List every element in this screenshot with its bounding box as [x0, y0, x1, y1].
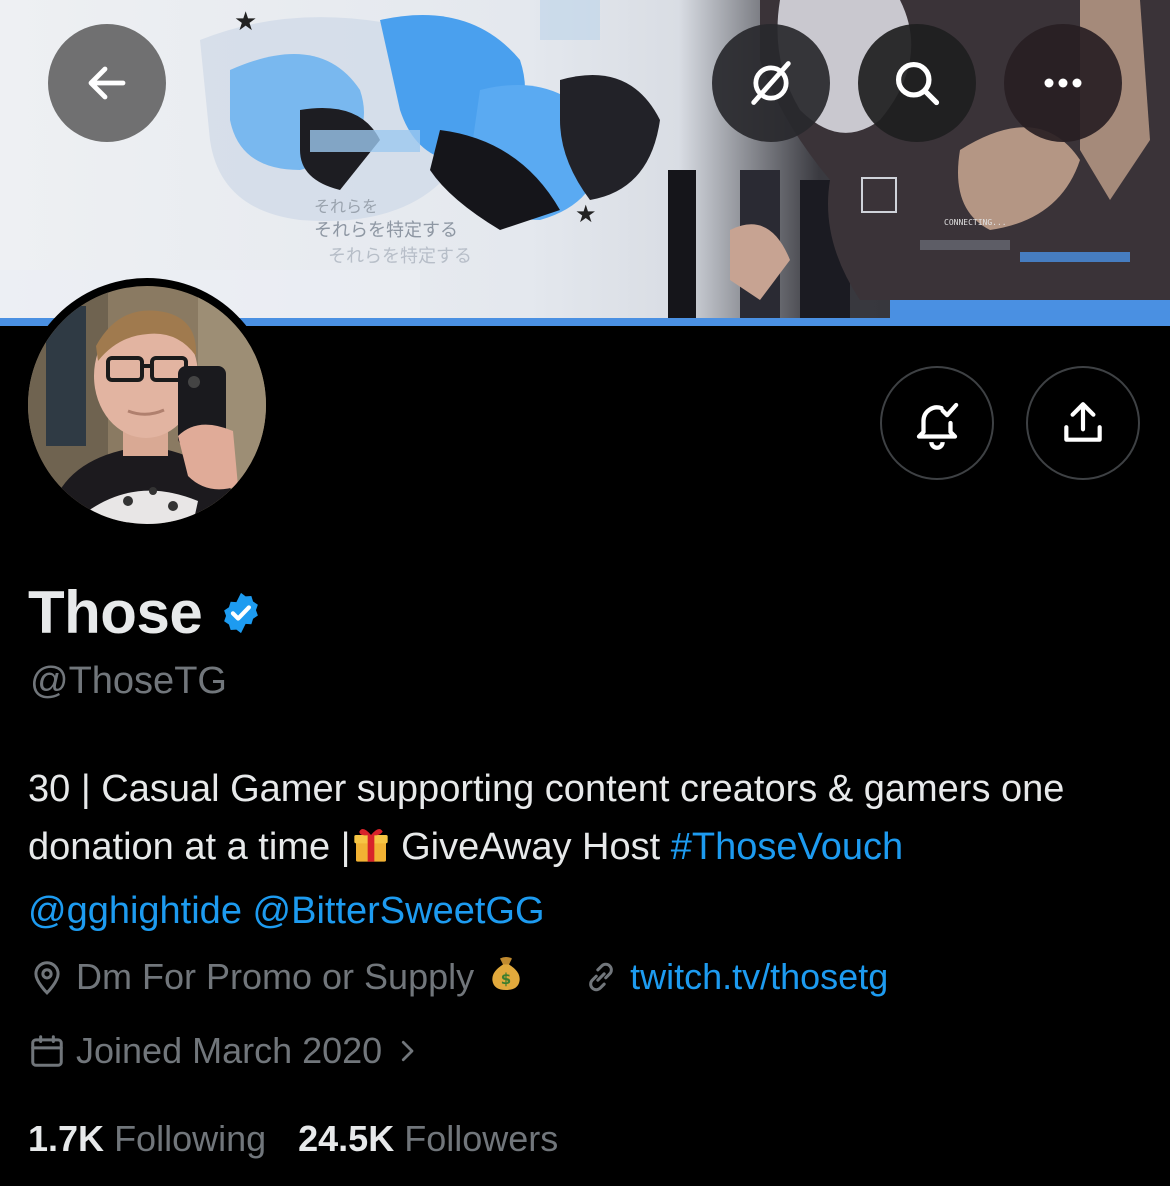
- chevron-right-icon: [402, 1040, 414, 1062]
- profile-meta-row: Dm For Promo or Supply $ twitch.tv/those…: [28, 952, 888, 1001]
- svg-text:★: ★: [575, 200, 597, 228]
- svg-text:それらを: それらを: [314, 197, 378, 216]
- website-link[interactable]: twitch.tv/thosetg: [630, 956, 888, 998]
- location-pin-icon: [34, 960, 60, 995]
- bio-hashtag-link[interactable]: #ThoseVouch: [671, 826, 903, 868]
- profile-avatar[interactable]: [20, 278, 274, 532]
- svg-text:CONNECTING...: CONNECTING...: [944, 218, 1007, 227]
- display-name: Those: [28, 579, 203, 646]
- share-upload-icon: [1064, 402, 1102, 442]
- joined-text: Joined March 2020: [76, 1030, 383, 1071]
- bio-mention-link[interactable]: @gghightide: [28, 890, 242, 932]
- bio-text-giveaway: GiveAway Host: [390, 826, 671, 868]
- svg-text:$: $: [501, 970, 511, 988]
- bell-check-icon: [916, 402, 959, 450]
- profile-name-row: Those: [28, 578, 264, 647]
- bio-mention-link[interactable]: @BitterSweetGG: [253, 890, 545, 932]
- profile-banner[interactable]: ★ ★ CONNECTING... それらを それらを特定する それらを特定する: [0, 0, 1170, 322]
- grok-icon: [751, 61, 791, 105]
- followers-count: 24.5K: [298, 1118, 395, 1159]
- followers-stat[interactable]: 24.5K Followers: [298, 1118, 558, 1160]
- svg-text:★: ★: [234, 7, 257, 37]
- money-bag-emoji-icon: $: [488, 952, 534, 1001]
- profile-stats: 1.7K Following 24.5K Followers: [28, 1118, 590, 1160]
- profile-location: Dm For Promo or Supply $: [28, 952, 534, 1001]
- verified-badge-icon[interactable]: [218, 590, 264, 636]
- profile-joined-row[interactable]: Joined March 2020: [28, 1030, 432, 1072]
- notifications-button[interactable]: [880, 366, 994, 480]
- share-button[interactable]: [1026, 366, 1140, 480]
- back-button[interactable]: [48, 24, 166, 142]
- calendar-icon: [31, 1035, 63, 1067]
- svg-text:それらを特定する: それらを特定する: [314, 220, 458, 241]
- profile-bio: 30 | Casual Gamer supporting content cre…: [28, 760, 1148, 940]
- profile-website[interactable]: twitch.tv/thosetg: [582, 956, 888, 998]
- location-text: Dm For Promo or Supply: [76, 955, 475, 997]
- svg-text:それらを特定する: それらを特定する: [328, 246, 472, 267]
- profile-joined[interactable]: Joined March 2020: [28, 1030, 432, 1072]
- search-icon: [895, 61, 940, 106]
- following-stat[interactable]: 1.7K Following: [28, 1118, 266, 1160]
- arrow-left-icon: [88, 66, 126, 100]
- link-icon: [589, 962, 613, 991]
- avatar-photo: [28, 286, 266, 524]
- following-label: Following: [114, 1118, 267, 1159]
- more-horizontal-icon: [1044, 78, 1082, 88]
- banner-artwork: ★ ★ CONNECTING... それらを それらを特定する それらを特定する: [0, 0, 1170, 320]
- following-count: 1.7K: [28, 1118, 105, 1159]
- more-options-button[interactable]: [1004, 24, 1122, 142]
- profile-handle: @ThoseTG: [30, 660, 227, 702]
- search-button[interactable]: [858, 24, 976, 142]
- followers-label: Followers: [404, 1118, 559, 1159]
- gift-emoji-icon: [351, 824, 391, 882]
- grok-button[interactable]: [712, 24, 830, 142]
